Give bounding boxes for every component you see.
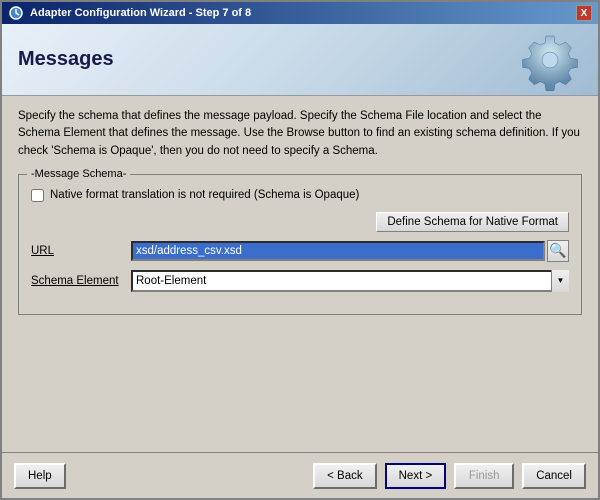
cancel-button[interactable]: Cancel [522, 463, 586, 489]
help-button[interactable]: Help [14, 463, 66, 489]
define-schema-button[interactable]: Define Schema for Native Format [376, 212, 569, 232]
message-schema-group: -Message Schema- Native format translati… [18, 174, 582, 315]
schema-element-select[interactable]: Root-Element [131, 270, 569, 292]
opaque-checkbox-label: Native format translation is not require… [50, 189, 359, 201]
content-area: Specify the schema that defines the mess… [2, 96, 598, 452]
define-schema-row: Define Schema for Native Format [31, 212, 569, 240]
opaque-checkbox-row: Native format translation is not require… [31, 189, 569, 202]
finish-button[interactable]: Finish [454, 463, 514, 489]
group-legend: -Message Schema- [27, 168, 130, 180]
footer: Help < Back Next > Finish Cancel [2, 452, 598, 498]
title-bar-left: Adapter Configuration Wizard - Step 7 of… [8, 5, 251, 21]
back-button[interactable]: < Back [313, 463, 376, 489]
url-input-wrapper: 🔍 [131, 240, 569, 262]
header-banner: Messages [2, 24, 598, 96]
schema-element-row: Schema Element Root-Element ▼ [31, 270, 569, 292]
next-button[interactable]: Next > [385, 463, 447, 489]
window-title: Adapter Configuration Wizard - Step 7 of… [30, 7, 251, 19]
opaque-checkbox[interactable] [31, 189, 44, 202]
description-text: Specify the schema that defines the mess… [18, 108, 582, 160]
title-bar: Adapter Configuration Wizard - Step 7 of… [2, 2, 598, 24]
url-row: URL 🔍 [31, 240, 569, 262]
close-button[interactable]: X [576, 5, 592, 21]
wizard-window: Adapter Configuration Wizard - Step 7 of… [0, 0, 600, 500]
browse-icon: 🔍 [549, 242, 566, 259]
gear-icon [518, 28, 582, 92]
url-input[interactable] [131, 241, 545, 261]
schema-element-select-wrapper: Root-Element ▼ [131, 270, 569, 292]
url-label: URL [31, 245, 131, 257]
page-title: Messages [18, 48, 114, 71]
wizard-icon [8, 5, 24, 21]
browse-button[interactable]: 🔍 [547, 240, 569, 262]
schema-element-label: Schema Element [31, 275, 131, 287]
